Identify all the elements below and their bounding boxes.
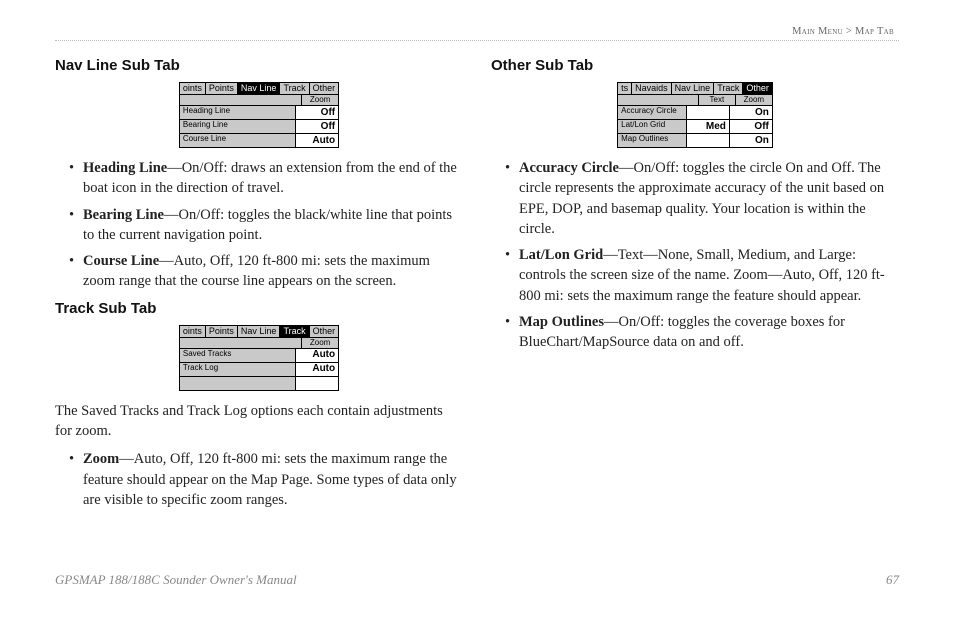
list-item: Accuracy Circle—On/Off: toggles the circ… bbox=[519, 158, 899, 239]
track-ui: ointsPointsNav LineTrackOtherZoomSaved T… bbox=[179, 325, 339, 391]
ui-tab: Nav Line bbox=[672, 83, 715, 94]
list-item-term: Zoom bbox=[83, 451, 119, 467]
list-item-term: Heading Line bbox=[83, 160, 167, 176]
ui-row: Saved TracksAuto bbox=[180, 349, 338, 363]
ui-row: Lat/Lon GridMedOff bbox=[618, 120, 772, 134]
ui-cell: Off bbox=[729, 120, 772, 133]
list-item-term: Accuracy Circle bbox=[519, 160, 619, 176]
ui-tab: Navaids bbox=[632, 83, 672, 94]
ui-row-label: Track Log bbox=[180, 363, 295, 376]
ui-row-label: Heading Line bbox=[180, 106, 295, 119]
list-item: Heading Line—On/Off: draws an extension … bbox=[83, 158, 463, 199]
ui-tab: Points bbox=[206, 83, 238, 94]
list-item: Map Outlines—On/Off: toggles the coverag… bbox=[519, 312, 899, 353]
heading-track-sub-tab: Track Sub Tab bbox=[55, 300, 463, 317]
rule-top bbox=[55, 40, 899, 41]
ui-tab: Other bbox=[743, 83, 772, 94]
other-ui: tsNavaidsNav LineTrackOtherTextZoomAccur… bbox=[617, 82, 773, 148]
ui-row: Track LogAuto bbox=[180, 363, 338, 377]
footer-title: GPSMAP 188/188C Sounder Owner's Manual bbox=[55, 572, 297, 588]
ui-tab: Points bbox=[206, 326, 238, 337]
list-item: Lat/Lon Grid—Text—None, Small, Medium, a… bbox=[519, 245, 899, 306]
ui-row: Course LineAuto bbox=[180, 134, 338, 147]
ui-tab: Nav Line bbox=[238, 83, 281, 94]
ui-row bbox=[180, 377, 338, 390]
list-item-term: Map Outlines bbox=[519, 314, 604, 330]
ui-col-header: Text bbox=[698, 95, 735, 105]
ui-row-label bbox=[180, 377, 295, 390]
ui-row: Heading LineOff bbox=[180, 106, 338, 120]
list-item-text: —Auto, Off, 120 ft-800 mi: sets the maxi… bbox=[83, 451, 457, 508]
footer: GPSMAP 188/188C Sounder Owner's Manual 6… bbox=[55, 572, 899, 588]
ui-cell: Off bbox=[295, 106, 338, 119]
breadcrumb: Main Menu > Map Tab bbox=[792, 26, 894, 37]
ui-cell: On bbox=[729, 106, 772, 119]
other-bullets: Accuracy Circle—On/Off: toggles the circ… bbox=[491, 158, 899, 353]
ui-cell: Med bbox=[686, 120, 729, 133]
list-item: Course Line—Auto, Off, 120 ft-800 mi: se… bbox=[83, 251, 463, 292]
ui-tab: ts bbox=[618, 83, 632, 94]
ui-cell: Off bbox=[295, 120, 338, 133]
list-item-term: Course Line bbox=[83, 253, 159, 269]
ui-row-label: Course Line bbox=[180, 134, 295, 147]
ui-row: Accuracy Circle On bbox=[618, 106, 772, 120]
heading-nav-line-sub-tab: Nav Line Sub Tab bbox=[55, 57, 463, 74]
breadcrumb-sep: > bbox=[846, 26, 852, 37]
ui-tab: Other bbox=[310, 83, 339, 94]
ui-row-label: Map Outlines bbox=[618, 134, 686, 147]
ui-col-header: Zoom bbox=[301, 338, 338, 348]
ui-cell: On bbox=[729, 134, 772, 147]
ui-row: Map Outlines On bbox=[618, 134, 772, 147]
ui-cell bbox=[295, 377, 338, 390]
ui-row-label: Bearing Line bbox=[180, 120, 295, 133]
ui-cell: Auto bbox=[295, 349, 338, 362]
ui-col-header: Zoom bbox=[735, 95, 772, 105]
ui-tab: Track bbox=[714, 83, 743, 94]
ui-tab: Track bbox=[280, 83, 309, 94]
nav-line-bullets: Heading Line—On/Off: draws an extension … bbox=[55, 158, 463, 292]
ui-row: Bearing LineOff bbox=[180, 120, 338, 134]
ui-cell: Auto bbox=[295, 363, 338, 376]
ui-cell: Auto bbox=[295, 134, 338, 147]
nav-line-ui: ointsPointsNav LineTrackOtherZoomHeading… bbox=[179, 82, 339, 148]
ui-tab: oints bbox=[180, 83, 206, 94]
list-item: Zoom—Auto, Off, 120 ft-800 mi: sets the … bbox=[83, 449, 463, 510]
ui-col-header: Zoom bbox=[301, 95, 338, 105]
page-number: 67 bbox=[886, 572, 899, 588]
ui-row-label: Saved Tracks bbox=[180, 349, 295, 362]
list-item: Bearing Line—On/Off: toggles the black/w… bbox=[83, 205, 463, 246]
ui-tab: Nav Line bbox=[238, 326, 281, 337]
ui-row-label: Accuracy Circle bbox=[618, 106, 686, 119]
list-item-term: Lat/Lon Grid bbox=[519, 247, 603, 263]
ui-tab: Other bbox=[310, 326, 339, 337]
track-paragraph: The Saved Tracks and Track Log options e… bbox=[55, 401, 463, 442]
ui-cell bbox=[686, 134, 729, 147]
breadcrumb-b: Map Tab bbox=[855, 26, 894, 37]
ui-row-label: Lat/Lon Grid bbox=[618, 120, 686, 133]
list-item-term: Bearing Line bbox=[83, 207, 164, 223]
heading-other-sub-tab: Other Sub Tab bbox=[491, 57, 899, 74]
breadcrumb-a: Main Menu bbox=[792, 26, 843, 37]
ui-tab: oints bbox=[180, 326, 206, 337]
track-bullets: Zoom—Auto, Off, 120 ft-800 mi: sets the … bbox=[55, 449, 463, 510]
ui-cell bbox=[686, 106, 729, 119]
ui-tab: Track bbox=[280, 326, 309, 337]
